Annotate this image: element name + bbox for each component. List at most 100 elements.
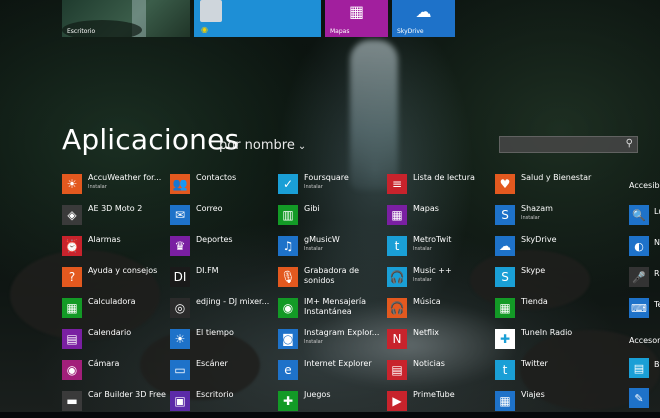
install-label: Instalar [304,246,323,252]
magnifier-icon[interactable]: 🔍 [629,205,649,225]
app-name: Twitter [521,359,548,368]
tile-skydrive[interactable]: ☁ SkyDrive [392,0,455,37]
narrator-icon[interactable]: ◐ [629,236,649,256]
app-tile-dj[interactable]: ◎ edjing - DJ mixer... [170,297,274,325]
install-label: Instalar [304,184,323,190]
app-tile-calendar[interactable]: ▤ Calendario [62,328,166,356]
app-tile-news[interactable]: ▤ Noticias [387,359,491,387]
app-name: IM+ Mensajería Instantánea [304,297,367,316]
notepad-icon[interactable]: ▤ [629,358,649,378]
app-tile-moto[interactable]: ◈ AE 3D Moto 2 [62,204,166,232]
mail-icon: ✉ [170,205,190,225]
app-tile-alarm[interactable]: ⏰ Alarmas [62,235,166,263]
music-note-icon: ♫ [278,236,298,256]
page-title: Aplicaciones [62,123,240,156]
app-name: Music ++ [413,266,452,275]
camera-icon: ◉ [62,360,82,380]
app-tile-sun[interactable]: ☀ AccuWeather for... Instalar [62,173,166,201]
app-tile-car[interactable]: ▬ Car Builder 3D Free [62,390,166,418]
app-tile-desktop[interactable]: ▣ Escritorio [170,390,274,418]
app-tile-calculator[interactable]: ▦ Calculadora [62,297,166,325]
app-tile-mail[interactable]: ✉ Correo [170,204,274,232]
tile-contactos[interactable]: ◉ [194,0,321,37]
app-tile-twitter[interactable]: t MetroTwit Instalar [387,235,491,263]
app-tile-music-note[interactable]: ♫ gMusicW Instalar [278,235,382,263]
app-tile-headphones[interactable]: 🎧 Música [387,297,491,325]
app-name: Alarmas [88,235,121,244]
app-name: PrimeTube [413,390,455,399]
app-tile-shazam[interactable]: S Shazam Instalar [495,204,599,232]
app-tile-ie[interactable]: e Internet Explorer [278,359,382,387]
sort-dropdown[interactable]: por nombre ⌄ [219,138,306,153]
gamepad-icon: ✚ [278,391,298,411]
instagram-icon: ◙ [278,329,298,349]
app-tile-instagram[interactable]: ◙ Instagram Explor... Instalar [278,328,382,356]
headphones-icon: 🎧 [387,298,407,318]
app-name: Escáner [196,359,228,368]
app-tile-weather[interactable]: ☀ El tiempo [170,328,274,356]
app-name[interactable]: Te [654,300,660,309]
app-name[interactable]: Bl [654,360,660,369]
app-tile-camera[interactable]: ◉ Cámara [62,359,166,387]
app-name: Viajes [521,390,545,399]
app-tile-difm[interactable]: DI DI.FM [170,266,274,294]
app-tile-chat[interactable]: ◉ IM+ Mensajería Instantánea [278,297,382,325]
app-name: Tienda [521,297,548,306]
app-name[interactable]: N [654,238,660,247]
app-tile-foursquare[interactable]: ✓ Foursquare Instalar [278,173,382,201]
app-name: Instagram Explor... [304,328,380,337]
search-icon[interactable]: ⚲ [626,138,633,149]
people-icon: 👥 [170,174,190,194]
app-name[interactable]: Lu [654,207,660,216]
app-tile-trophy[interactable]: ♛ Deportes [170,235,274,263]
help-icon: ? [62,267,82,287]
app-tile-twitter[interactable]: t Twitter [495,359,599,387]
app-tile-skype[interactable]: S Skype [495,266,599,294]
twitter-icon: t [495,360,515,380]
app-name: gMusicW [304,235,340,244]
keyboard-icon[interactable]: ⌨ [629,298,649,318]
headphones-icon: 🎧 [387,267,407,287]
heart-icon: ♥ [495,174,515,194]
app-tile-microphone[interactable]: 🎙 Grabadora de sonidos [278,266,382,294]
chevron-down-icon: ⌄ [297,141,307,152]
tile-escritorio[interactable]: Escritorio [62,0,190,37]
paint-icon[interactable]: ✎ [629,388,649,408]
app-tile-people[interactable]: 👥 Contactos [170,173,274,201]
microphone-icon[interactable]: 🎤 [629,267,649,287]
foursquare-icon: ✓ [278,174,298,194]
app-tile-headphones[interactable]: 🎧 Music ++ Instalar [387,266,491,294]
app-tile-suitcase[interactable]: ▦ Viajes [495,390,599,418]
app-tile-scanner[interactable]: ▭ Escáner [170,359,274,387]
app-name[interactable]: R [654,269,660,278]
radio-icon: ✚ [495,329,515,349]
app-tile-book[interactable]: ▥ Gibi [278,204,382,232]
alarm-icon: ⏰ [62,236,82,256]
ie-icon: e [278,360,298,380]
app-tile-store[interactable]: ▦ Tienda [495,297,599,325]
app-name: Internet Explorer [304,359,372,368]
app-tile-gamepad[interactable]: ✚ Juegos [278,390,382,418]
app-tile-cloud[interactable]: ☁ SkyDrive [495,235,599,263]
app-tile-netflix[interactable]: N Netflix [387,328,491,356]
app-tile-help[interactable]: ? Ayuda y consejos [62,266,166,294]
app-tile-map[interactable]: ▦ Mapas [387,204,491,232]
app-tile-radio[interactable]: ✚ TuneIn Radio [495,328,599,356]
book-icon: ▥ [278,205,298,225]
app-name: Música [413,297,441,306]
app-name: Grabadora de sonidos [304,266,360,285]
dj-icon: ◎ [170,298,190,318]
sun-icon: ☀ [62,174,82,194]
eye-icon: ◉ [201,25,208,34]
tile-mapas[interactable]: ▦ Mapas [325,0,388,37]
app-tile-video[interactable]: ▶ PrimeTube [387,390,491,418]
microphone-icon: 🎙 [278,267,298,287]
app-name: Juegos [304,390,331,399]
app-name: Car Builder 3D Free [88,390,166,399]
cloud-icon: ☁ [415,2,432,21]
app-name: AccuWeather for... [88,173,162,182]
store-icon: ▦ [495,298,515,318]
app-tile-reading-list[interactable]: ≡ Lista de lectura [387,173,491,201]
app-tile-heart[interactable]: ♥ Salud y Bienestar [495,173,599,201]
search-input[interactable]: ⚲ [499,136,638,153]
